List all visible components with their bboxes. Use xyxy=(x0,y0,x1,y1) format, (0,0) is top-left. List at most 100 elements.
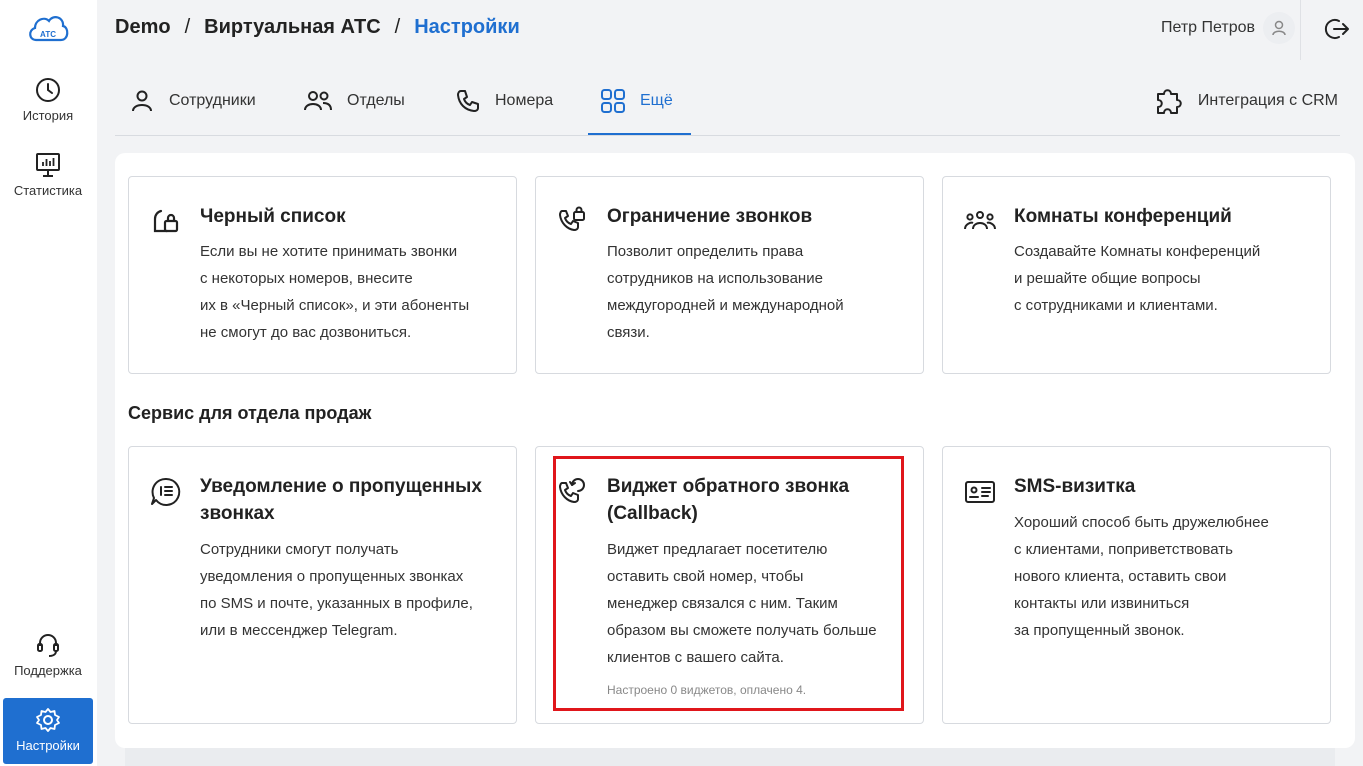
tab-more[interactable]: Ещё xyxy=(600,86,673,116)
breadcrumb-virtual-ats[interactable]: Виртуальная АТС xyxy=(204,16,381,38)
card-callback-widget[interactable]: Виджет обратного звонка (Callback) Видже… xyxy=(535,446,924,724)
desc-line: не смогут до вас дозвониться. xyxy=(200,324,412,341)
breadcrumb-separator: / xyxy=(184,16,191,38)
desc-line: Если вы не хотите принимать звонки xyxy=(200,243,458,260)
bottom-strip xyxy=(125,748,1335,766)
card-title: Уведомление о пропущенных звонках xyxy=(200,473,496,527)
title-line: Виджет обратного звонка xyxy=(607,476,850,497)
card-description: Создавайте Комнаты конференций и решайте… xyxy=(1014,238,1312,319)
card-description: Хороший способ быть дружелюбнее с клиент… xyxy=(1014,509,1312,644)
active-tab-underline xyxy=(588,133,691,135)
logout-icon[interactable] xyxy=(1323,15,1351,43)
card-title: Ограничение звонков xyxy=(607,206,813,227)
desc-line: сотрудников на использование xyxy=(607,270,823,287)
lock-icon xyxy=(153,209,179,233)
sidebar-item-label: Статистика xyxy=(13,183,83,198)
sidebar-item-settings[interactable]: Настройки xyxy=(3,698,93,764)
title-line: Уведомление о пропущенных xyxy=(200,476,482,497)
breadcrumb-demo[interactable]: Demo xyxy=(115,16,171,38)
breadcrumb: Demo / Виртуальная АТС / Настройки xyxy=(115,16,520,39)
user-name[interactable]: Петр Петров xyxy=(1161,19,1255,37)
cloud-logo-icon: АТС xyxy=(29,16,69,42)
tab-label: Номера xyxy=(495,92,554,109)
callback-icon xyxy=(559,478,585,503)
card-sms-business-card[interactable]: SMS-визитка Хороший способ быть дружелюб… xyxy=(942,446,1331,724)
sidebar-item-statistics[interactable]: Статистика xyxy=(3,151,93,198)
desc-line: Сотрудники смогут получать xyxy=(200,541,399,558)
sidebar-item-label: Настройки xyxy=(16,738,80,753)
desc-line: уведомления о пропущенных звонках xyxy=(200,568,464,585)
section-title: Сервис для отдела продаж xyxy=(128,403,372,423)
crm-integration-link[interactable]: Интеграция с CRM xyxy=(1154,86,1338,116)
group-icon xyxy=(964,211,996,230)
crm-label: Интеграция с CRM xyxy=(1197,92,1338,109)
header-divider xyxy=(1300,0,1301,60)
card-description: Сотрудники смогут получать уведомления о… xyxy=(200,536,498,644)
id-card-icon xyxy=(965,481,995,503)
title-line: (Callback) xyxy=(607,503,698,524)
sidebar-item-support[interactable]: Поддержка xyxy=(3,631,93,678)
tab-label: Ещё xyxy=(640,92,673,109)
card-missed-call-notification[interactable]: Уведомление о пропущенных звонках Сотруд… xyxy=(128,446,517,724)
puzzle-icon xyxy=(1156,89,1182,114)
tab-departments[interactable]: Отделы xyxy=(303,86,405,116)
grid-icon xyxy=(601,89,625,113)
widget-status-note: Настроено 0 виджетов, оплачено 4. xyxy=(607,683,807,697)
card-title: Комнаты конференций xyxy=(1014,206,1232,227)
card-blacklist[interactable]: Черный список Если вы не хотите принимат… xyxy=(128,176,517,374)
sidebar-item-history[interactable]: История xyxy=(3,76,93,123)
headset-icon xyxy=(37,634,59,657)
card-description: Если вы не хотите принимать звонки с нек… xyxy=(200,238,498,346)
desc-line: Позволит определить права xyxy=(607,243,804,260)
user-icon xyxy=(1272,20,1286,36)
desc-line: междугородней и международной xyxy=(607,297,844,314)
settings-tabs: Сотрудники Отделы Номера Ещё Интеграция … xyxy=(115,70,1340,136)
svg-text:АТС: АТС xyxy=(40,30,56,39)
desc-line: менеджер связался с ним. Таким xyxy=(607,595,838,612)
desc-line: и решайте общие вопросы xyxy=(1014,270,1201,287)
phone-icon xyxy=(457,90,479,112)
card-description: Виджет предлагает посетителю оставить св… xyxy=(607,536,913,671)
desc-line: образом вы сможете получать больше xyxy=(607,622,877,639)
desc-line: Хороший способ быть дружелюбнее xyxy=(1014,514,1269,531)
phone-lock-icon xyxy=(559,206,585,231)
desc-line: за пропущенный звонок. xyxy=(1014,622,1185,639)
desc-line: с сотрудниками и клиентами. xyxy=(1014,297,1218,314)
card-title: SMS-визитка xyxy=(1014,476,1136,497)
clock-icon xyxy=(36,78,60,102)
desc-line: по SMS и почте, указанных в профиле, xyxy=(200,595,473,612)
sidebar-item-label: История xyxy=(22,108,74,123)
top-header: Demo / Виртуальная АТС / Настройки Петр Петр… xyxy=(97,0,1363,60)
desc-line: оставить свой номер, чтобы xyxy=(607,568,804,585)
gear-icon xyxy=(36,708,60,732)
sidebar-item-label: Поддержка xyxy=(14,663,82,678)
card-title: Виджет обратного звонка (Callback) xyxy=(607,473,903,527)
desc-line: их в «Черный список», и эти абоненты xyxy=(200,297,470,314)
tab-employees[interactable]: Сотрудники xyxy=(129,86,256,116)
breadcrumb-settings: Настройки xyxy=(414,16,520,38)
tab-label: Отделы xyxy=(347,92,405,109)
desc-line: или в мессенджер Telegram. xyxy=(200,622,398,639)
chart-monitor-icon xyxy=(36,153,60,177)
title-line: звонках xyxy=(200,503,275,524)
desc-line: Создавайте Комнаты конференций xyxy=(1014,243,1261,260)
logo[interactable]: АТС xyxy=(26,10,70,46)
desc-line: клиентов с вашего сайта. xyxy=(607,649,784,666)
sidebar: АТС История Статистика Поддержка Настрой… xyxy=(0,0,97,766)
card-title: Черный список xyxy=(200,206,346,227)
breadcrumb-separator: / xyxy=(394,16,401,38)
desc-line: контакты или извиниться xyxy=(1014,595,1190,612)
card-conference-rooms[interactable]: Комнаты конференций Создавайте Комнаты к… xyxy=(942,176,1331,374)
desc-line: Виджет предлагает посетителю xyxy=(607,541,828,558)
notification-bubble-icon xyxy=(151,477,181,506)
tab-label: Сотрудники xyxy=(169,92,256,109)
avatar[interactable] xyxy=(1263,12,1295,44)
desc-line: с некоторых номеров, внесите xyxy=(200,270,413,287)
desc-line: связи. xyxy=(607,324,650,341)
card-call-restriction[interactable]: Ограничение звонков Позволит определить … xyxy=(535,176,924,374)
desc-line: нового клиента, оставить свои xyxy=(1014,568,1227,585)
desc-line: с клиентами, поприветствовать xyxy=(1014,541,1233,558)
tab-numbers[interactable]: Номера xyxy=(455,86,553,116)
card-description: Позволит определить права сотрудников на… xyxy=(607,238,905,346)
person-icon xyxy=(132,90,152,112)
